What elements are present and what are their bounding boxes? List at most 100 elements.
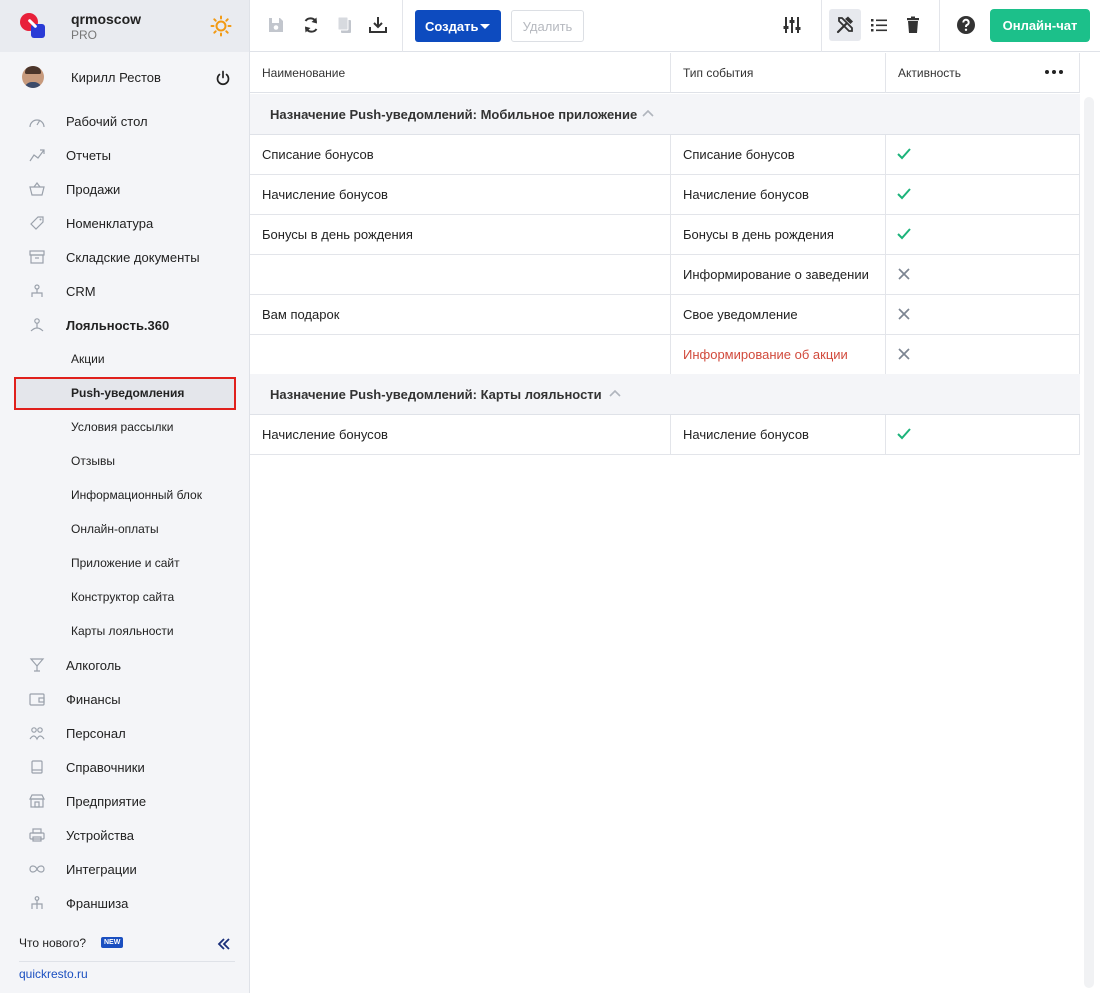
sun-icon[interactable] xyxy=(210,15,232,37)
table-row[interactable]: Начисление бонусов Начисление бонусов xyxy=(250,175,1080,215)
filter-settings-icon[interactable] xyxy=(782,15,802,35)
power-icon[interactable] xyxy=(215,70,231,86)
tools-icon xyxy=(836,16,853,34)
cell-name: Начисление бонусов xyxy=(262,427,388,442)
whats-new-link[interactable]: Что нового? xyxy=(19,936,86,950)
nav-item-sales[interactable]: Продажи xyxy=(0,172,249,206)
nav-item-alcohol[interactable]: Алкоголь xyxy=(0,648,249,682)
nav-item-devices[interactable]: Устройства xyxy=(0,818,249,852)
list-icon[interactable] xyxy=(869,15,889,35)
new-badge: NEW xyxy=(101,937,124,948)
nav-item-crm[interactable]: CRM xyxy=(0,274,249,308)
nav-item-integrations[interactable]: Интеграции xyxy=(0,852,249,886)
toolbar-divider xyxy=(402,0,403,52)
nav-sub-label: Приложение и сайт xyxy=(71,556,180,570)
nav-sub-label: Акции xyxy=(71,352,105,366)
nav-item-label: Складские документы xyxy=(66,250,200,265)
dashboard-icon xyxy=(29,119,45,128)
column-header-active[interactable]: Активность xyxy=(898,66,961,80)
nav-sub-promotions[interactable]: Акции xyxy=(0,342,249,376)
archive-icon xyxy=(29,250,45,264)
table-row[interactable]: Вам подарок Свое уведомление xyxy=(250,295,1080,335)
nav-sub-label: Информационный блок xyxy=(71,488,202,502)
delete-button[interactable]: Удалить xyxy=(511,10,584,42)
column-divider xyxy=(670,53,671,93)
column-divider xyxy=(1079,53,1080,93)
nav-item-enterprise[interactable]: Предприятие xyxy=(0,784,249,818)
nav-sub-app-and-site[interactable]: Приложение и сайт xyxy=(0,546,249,580)
save-icon[interactable] xyxy=(266,15,286,35)
table-row[interactable]: Информирование о заведении xyxy=(250,255,1080,295)
nav-item-label: CRM xyxy=(66,284,96,299)
sidebar: qrmoscow PRO Кирилл Рестов Рабочий стол … xyxy=(0,0,250,993)
loyalty-icon xyxy=(30,318,44,332)
staff-icon xyxy=(29,727,45,741)
check-icon xyxy=(897,428,911,440)
nav-sub-label: Push-уведомления xyxy=(71,386,185,400)
nav-sub-label: Карты лояльности xyxy=(71,624,174,638)
create-button-label: Создать xyxy=(425,18,479,34)
printer-icon xyxy=(29,828,45,842)
nav-item-reports[interactable]: Отчеты xyxy=(0,138,249,172)
more-options-icon[interactable] xyxy=(1044,67,1064,77)
nav-sub-push-notifications[interactable]: Push-уведомления xyxy=(0,376,249,410)
cell-type: Бонусы в день рождения xyxy=(683,227,834,242)
column-divider xyxy=(885,135,886,374)
infinity-icon xyxy=(29,865,45,873)
divider xyxy=(19,961,235,962)
help-icon[interactable] xyxy=(956,15,976,35)
tools-button[interactable] xyxy=(829,9,861,41)
book-icon xyxy=(31,760,43,774)
reports-icon xyxy=(29,149,45,162)
nav-item-staff[interactable]: Персонал xyxy=(0,716,249,750)
refresh-icon[interactable] xyxy=(301,15,321,35)
tag-icon xyxy=(30,216,44,230)
site-link[interactable]: quickresto.ru xyxy=(19,967,88,981)
copy-icon[interactable] xyxy=(335,15,355,35)
collapse-sidebar-icon[interactable] xyxy=(217,937,231,951)
check-icon xyxy=(897,188,911,200)
online-chat-button[interactable]: Онлайн-чат xyxy=(990,9,1090,42)
cell-name: Бонусы в день рождения xyxy=(262,227,413,242)
column-divider xyxy=(1079,135,1080,374)
group-row[interactable]: Назначение Push-уведомлений: Карты лояль… xyxy=(250,374,1080,415)
table-row[interactable]: Бонусы в день рождения Бонусы в день рож… xyxy=(250,215,1080,255)
nav-item-loyalty[interactable]: Лояльность.360 xyxy=(0,308,249,342)
nav-item-directories[interactable]: Справочники xyxy=(0,750,249,784)
table-row[interactable]: Информирование об акции xyxy=(250,335,1080,375)
nav-sub-reviews[interactable]: Отзывы xyxy=(0,444,249,478)
vertical-scrollbar[interactable] xyxy=(1084,97,1094,988)
logo-icon xyxy=(20,13,45,38)
nav-item-nomenclature[interactable]: Номенклатура xyxy=(0,206,249,240)
nav-item-label: Справочники xyxy=(66,760,145,775)
nav-sub-loyalty-cards[interactable]: Карты лояльности xyxy=(0,614,249,648)
cell-type: Списание бонусов xyxy=(683,147,795,162)
nav-item-finance[interactable]: Финансы xyxy=(0,682,249,716)
nav-sub-site-builder[interactable]: Конструктор сайта xyxy=(0,580,249,614)
download-icon[interactable] xyxy=(368,15,388,35)
check-icon xyxy=(897,228,911,240)
nav-item-label: Рабочий стол xyxy=(66,114,148,129)
nav-sub-online-payments[interactable]: Онлайн-оплаты xyxy=(0,512,249,546)
nav-sub-mailing-conditions[interactable]: Условия рассылки xyxy=(0,410,249,444)
nav-item-label: Лояльность.360 xyxy=(66,318,170,333)
nav-item-warehouse[interactable]: Складские документы xyxy=(0,240,249,274)
app: qrmoscow PRO Кирилл Рестов Рабочий стол … xyxy=(0,0,1100,993)
trash-icon[interactable] xyxy=(903,15,923,35)
table-row[interactable]: Списание бонусов Списание бонусов xyxy=(250,135,1080,175)
nav-item-franchise[interactable]: Франшиза xyxy=(0,886,249,920)
data-table: Наименование Тип события Активность Назн… xyxy=(250,53,1100,993)
toolbar: Создать Удалить Онлайн-чат xyxy=(250,0,1100,52)
column-header-type[interactable]: Тип события xyxy=(683,66,753,80)
check-icon xyxy=(897,148,911,160)
brand-header[interactable]: qrmoscow PRO xyxy=(0,0,249,52)
nav-sub-info-block[interactable]: Информационный блок xyxy=(0,478,249,512)
user-panel[interactable]: Кирилл Рестов xyxy=(0,60,249,96)
column-header-name[interactable]: Наименование xyxy=(262,66,345,80)
table-row[interactable]: Начисление бонусов Начисление бонусов xyxy=(250,415,1080,455)
group-row[interactable]: Назначение Push-уведомлений: Мобильное п… xyxy=(250,94,1080,135)
create-button[interactable]: Создать xyxy=(415,10,501,42)
nav-item-dashboard[interactable]: Рабочий стол xyxy=(0,104,249,138)
chevron-up-icon[interactable] xyxy=(641,106,655,120)
chevron-up-icon[interactable] xyxy=(608,386,622,400)
